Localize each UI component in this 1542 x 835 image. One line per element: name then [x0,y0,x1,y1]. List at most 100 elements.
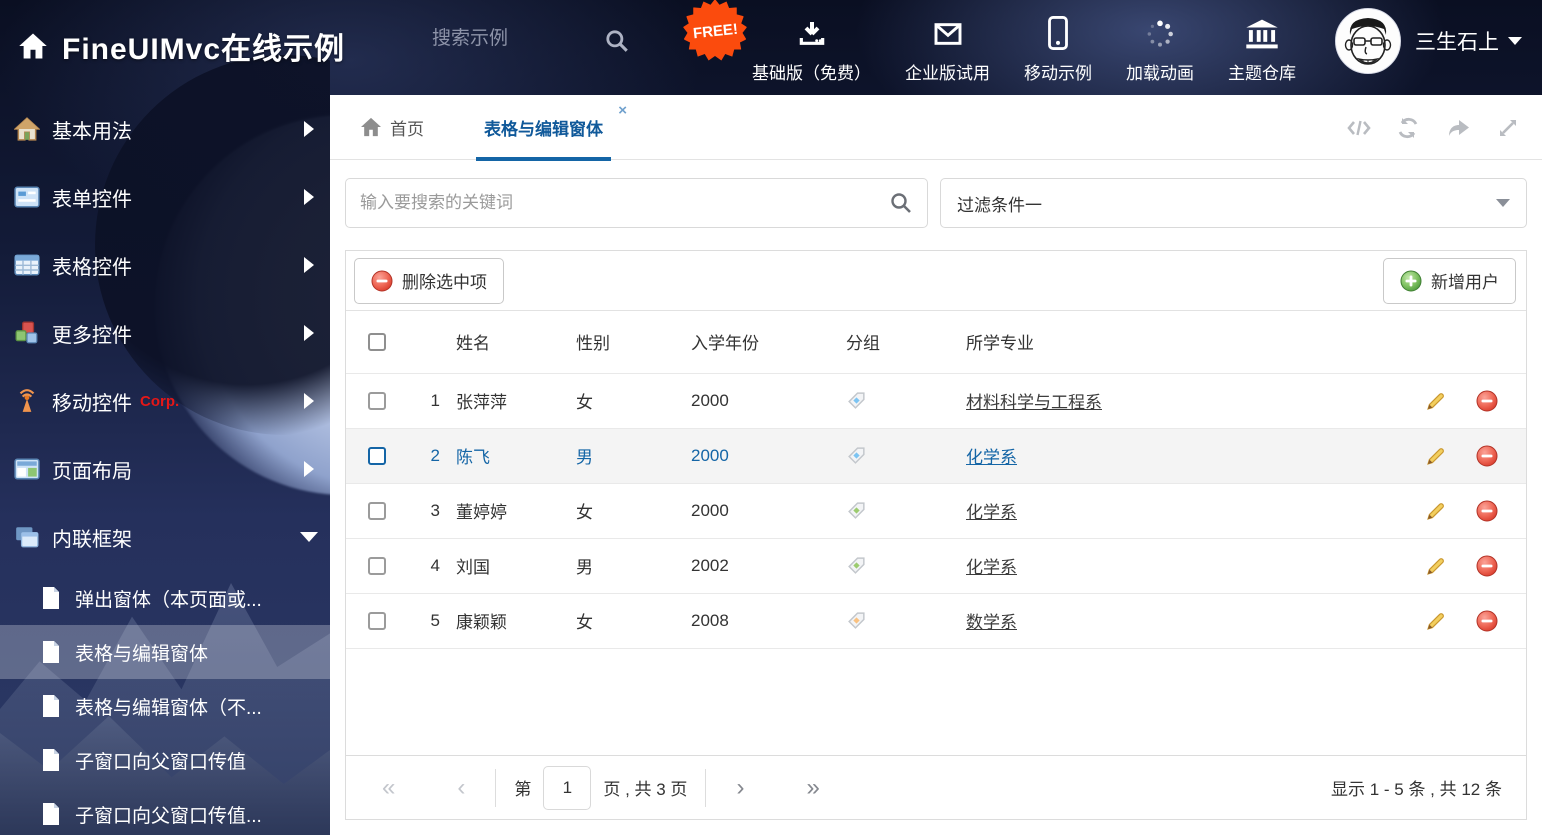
delete-icon[interactable] [1476,555,1498,577]
cell-name: 刘国 [456,558,490,577]
keyword-input[interactable] [360,193,889,213]
minus-circle-icon [371,270,393,292]
sidebar-subitem-child-to-parent[interactable]: 子窗口向父窗口传值 [0,733,330,787]
nav-loading-animations[interactable]: 加载动画 [1109,12,1211,88]
sidebar-subitem-grid-edit-window[interactable]: 表格与编辑窗体 [0,625,330,679]
sidebar-item-page-layout[interactable]: 页面布局 [0,435,330,503]
sidebar-item-basic-usage[interactable]: 基本用法 [0,95,330,163]
file-icon [40,748,62,772]
cell-gender: 女 [576,393,593,412]
tab-label: 表格与编辑窗体 [484,119,603,139]
nav-label: 基础版（免费） [752,64,871,83]
filter-row: 过滤条件一 [345,178,1527,228]
sidebar-item-form-controls[interactable]: 表单控件 [0,163,330,231]
edit-icon[interactable] [1425,555,1447,577]
expand-icon[interactable] [1496,116,1520,140]
search-icon[interactable] [889,191,913,215]
cell-gender: 女 [576,613,593,632]
account-menu[interactable]: 三生石上 [1335,8,1522,74]
major-link[interactable]: 数学系 [966,613,1017,632]
grid-toolbar: 删除选中项 新增用户 [346,251,1526,311]
row-index: 4 [430,555,440,575]
mobile-icon [1046,16,1070,50]
home-icon [14,116,40,142]
delete-icon[interactable] [1476,390,1498,412]
table-icon [14,252,40,278]
edit-icon[interactable] [1425,390,1447,412]
delete-icon[interactable] [1476,610,1498,632]
major-link[interactable]: 化学系 [966,503,1017,522]
edit-icon[interactable] [1425,500,1447,522]
tag-icon [848,447,865,464]
keyword-search-box[interactable] [345,178,928,228]
row-checkbox[interactable] [368,392,386,411]
sidebar-subitem-label: 表格与编辑窗体 [75,643,209,665]
sidebar-item-more-controls[interactable]: 更多控件 [0,299,330,367]
cell-name: 陈飞 [456,448,490,467]
first-page-button[interactable]: « [370,775,407,800]
sidebar-subitem-label: 子窗口向父窗口传值 [75,751,247,773]
sidebar-subitem-child-to-parent-2[interactable]: 子窗口向父窗口传值... [0,787,330,835]
major-link[interactable]: 材料科学与工程系 [966,393,1102,412]
edit-icon[interactable] [1425,445,1447,467]
row-checkbox[interactable] [368,447,386,466]
delete-icon[interactable] [1476,500,1498,522]
row-index: 3 [430,500,440,520]
page-suffix: 页 , 共 3 页 [603,780,688,799]
select-all-checkbox[interactable] [368,333,386,352]
brand[interactable]: FineUIMvc在线示例 [18,24,345,68]
nav-theme-repository[interactable]: 主题仓库 [1211,12,1313,88]
refresh-icon[interactable] [1396,116,1420,140]
sidebar-item-iframe[interactable]: 内联框架 [0,503,330,571]
nav-label: 主题仓库 [1228,64,1296,83]
source-code-icon[interactable] [1346,116,1371,140]
sidebar-item-grid-controls[interactable]: 表格控件 [0,231,330,299]
next-page-button[interactable]: › [724,775,756,800]
table-row[interactable]: 1 张萍萍 女 2000 材料科学与工程系 [346,373,1526,428]
cell-year: 2000 [691,390,729,410]
sidebar-item-label: 更多控件 [52,324,132,347]
delete-icon[interactable] [1476,445,1498,467]
sidebar: 基本用法 表单控件 表格控件 更多控件 移动控件 Corp. 页面布局 内联框架… [0,95,330,835]
cell-year: 2008 [691,610,729,630]
row-checkbox[interactable] [368,612,386,631]
tag-icon [848,557,865,574]
nav-label: 企业版试用 [905,64,990,83]
tab-grid-edit-window[interactable]: 表格与编辑窗体 × [476,95,627,161]
row-index: 5 [430,610,440,630]
table-row[interactable]: 5 康颖颖 女 2008 数学系 [346,593,1526,648]
add-user-button[interactable]: 新增用户 [1383,257,1516,304]
header-search-input[interactable] [432,28,592,50]
pager-divider [495,768,497,807]
major-link[interactable]: 化学系 [966,448,1017,467]
avatar[interactable] [1335,8,1401,74]
row-checkbox[interactable] [368,557,386,576]
sidebar-item-mobile-controls[interactable]: 移动控件 Corp. [0,367,330,435]
cell-gender: 男 [576,448,593,467]
table-row[interactable]: 3 董婷婷 女 2000 化学系 [346,483,1526,538]
major-link[interactable]: 化学系 [966,558,1017,577]
sidebar-subitem-popup-window[interactable]: 弹出窗体（本页面或... [0,571,330,625]
nav-label: 移动示例 [1024,64,1092,83]
row-checkbox[interactable] [368,502,386,521]
last-page-button[interactable]: » [794,775,831,800]
prev-page-button[interactable]: ‹ [445,775,477,800]
edit-icon[interactable] [1425,610,1447,632]
header-search-icon[interactable] [604,28,630,54]
table-row[interactable]: 4 刘国 男 2002 化学系 [346,538,1526,593]
sidebar-subitem-grid-edit-window-2[interactable]: 表格与编辑窗体（不... [0,679,330,733]
sidebar-subitem-label: 弹出窗体（本页面或... [75,589,262,611]
close-icon[interactable]: × [618,103,627,118]
table-row-selected[interactable]: 2 陈飞 男 2000 化学系 [346,428,1526,483]
tab-home[interactable]: 首页 [360,115,424,140]
share-icon[interactable] [1446,116,1470,140]
delete-selected-button[interactable]: 删除选中项 [354,257,504,304]
nav-mobile-demos[interactable]: 移动示例 [1007,12,1109,88]
nav-basic-edition[interactable]: 基础版（免费） [735,12,888,88]
chevron-right-icon [304,121,314,137]
nav-enterprise-trial[interactable]: 企业版试用 [888,12,1007,88]
tag-icon [848,502,865,519]
username: 三生石上 [1415,31,1499,54]
page-number-input[interactable] [543,765,592,810]
filter-select[interactable]: 过滤条件一 [940,178,1527,228]
